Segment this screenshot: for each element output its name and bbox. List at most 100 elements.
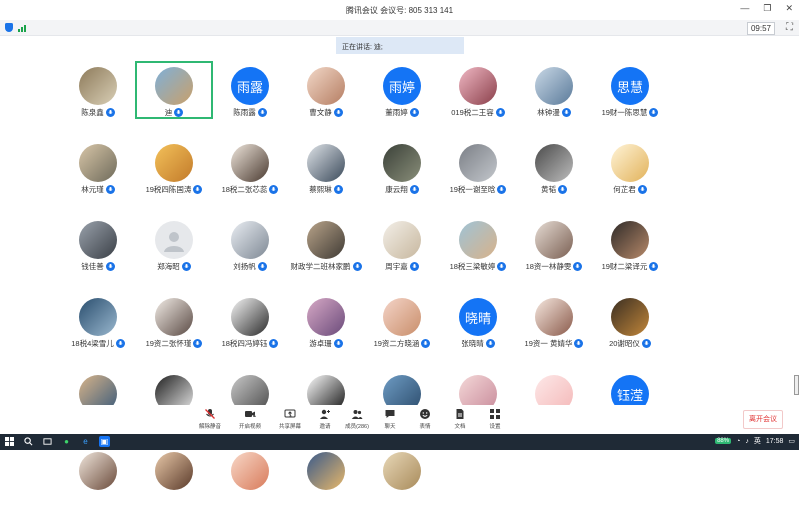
participant-tile[interactable]: 康云翔 (364, 139, 440, 216)
maximize-button[interactable]: ❐ (763, 3, 771, 14)
mic-icon (105, 262, 115, 271)
participant-tile[interactable]: 19税四陈国涛 (136, 139, 212, 216)
participant-tile[interactable]: 何芷君 (592, 139, 668, 216)
windows-start-icon[interactable] (4, 436, 15, 447)
wechat-icon[interactable]: ● (61, 436, 72, 447)
participant-tile[interactable]: 财政学二班林家鹏 (288, 216, 364, 293)
edge-icon[interactable]: e (80, 436, 91, 447)
participant-tile[interactable]: 18资一林静雯 (516, 216, 592, 293)
participant-name: 18税4梁雪儿 (71, 339, 114, 348)
participant-label: 19税四陈国涛 (146, 184, 203, 195)
video-options-caret-icon[interactable]: ▲ (288, 413, 293, 419)
participant-name: 林钟漫 (537, 108, 560, 117)
security-shield-icon[interactable] (5, 23, 13, 32)
avatar (79, 67, 117, 105)
participant-tile[interactable]: 19资二方晓涵 (364, 293, 440, 370)
participant-name: 19财一陈思慧 (601, 108, 648, 117)
leave-meeting-button[interactable]: 离开会议 (743, 410, 783, 429)
avatar (307, 298, 345, 336)
ime-indicator[interactable]: 英 (754, 436, 761, 446)
mic-icon (558, 185, 567, 194)
video-icon (230, 408, 270, 420)
participant-tile[interactable]: 钱佳善 (60, 216, 136, 293)
toolbar-button-settings[interactable]: 设置 (475, 408, 515, 430)
participant-name: 19财二梁译元 (601, 262, 648, 271)
participant-name: 陈泉鑫 (81, 108, 104, 117)
participant-tile[interactable]: 林钟漫 (516, 62, 592, 139)
participant-label: 林钟漫 (537, 107, 571, 118)
participant-tile[interactable]: 019税二王容 (440, 62, 516, 139)
grid-scrollbar[interactable] (794, 375, 799, 395)
mic-icon (485, 339, 495, 348)
settings-icon (475, 408, 515, 420)
participant-tile[interactable] (364, 447, 440, 524)
participant-label: 陈雨露 (233, 107, 267, 118)
toolbar-label: 设置 (489, 424, 501, 430)
participant-tile[interactable]: 雨露 陈雨露 (212, 62, 288, 139)
mic-icon (115, 339, 125, 348)
participant-tile[interactable]: 19税一谢至晗 (440, 139, 516, 216)
participant-tile[interactable]: 曹文静 (288, 62, 364, 139)
wifi-icon[interactable]: ◔ (736, 438, 740, 445)
battery-indicator[interactable]: 88% (715, 438, 732, 444)
participant-tile[interactable]: 周宇嘉 (364, 216, 440, 293)
toolbar-button-emoji[interactable]: 表情 (405, 408, 445, 430)
participant-tile[interactable]: 晓晴 张晓晴 (440, 293, 516, 370)
volume-icon[interactable]: ♪ (745, 438, 749, 445)
participant-name: 18税三梁敏婷 (449, 262, 496, 271)
avatar (383, 144, 421, 182)
avatar (307, 452, 345, 490)
participant-tile[interactable]: 陈泉鑫 (60, 62, 136, 139)
participant-tile[interactable]: 郑海昭 (136, 216, 212, 293)
participant-label: 迪 (165, 107, 184, 118)
participant-tile[interactable]: 19资二张怀瑾 (136, 293, 212, 370)
participant-tile[interactable] (136, 447, 212, 524)
participant-tile[interactable]: 刘扬帆 (212, 216, 288, 293)
participant-tile[interactable]: 黄韬 (516, 139, 592, 216)
toolbar-button-mic-muted[interactable]: 解除静音 (190, 408, 230, 430)
participant-tile[interactable]: 18税三梁敏婷 (440, 216, 516, 293)
participant-label: 19资二方晓涵 (374, 338, 431, 349)
participant-tile[interactable]: 19财二梁译元 (592, 216, 668, 293)
avatar (231, 221, 269, 259)
participant-tile[interactable] (60, 447, 136, 524)
taskview-icon[interactable] (42, 436, 53, 447)
participant-tile[interactable]: 18税4梁雪儿 (60, 293, 136, 370)
participant-tile[interactable]: 18税四冯婷钰 (212, 293, 288, 370)
avatar (307, 144, 345, 182)
toolbar-button-document[interactable]: 文档 (440, 408, 480, 430)
network-signal-icon[interactable] (18, 24, 26, 32)
participant-tile[interactable]: 雨婷 董雨婷 (364, 62, 440, 139)
participant-tile[interactable]: 思慧 19财一陈思慧 (592, 62, 668, 139)
participant-tile[interactable] (288, 447, 364, 524)
toolbar-button-share-screen[interactable]: 共享屏幕 (270, 408, 310, 430)
participant-label: 林元瑾 (81, 184, 115, 195)
toolbar-button-video[interactable]: 开启视频 (230, 408, 270, 430)
speaking-indicator: 正在讲话: 迪; (336, 37, 464, 54)
fullscreen-icon[interactable]: ⛶ (786, 22, 793, 33)
minimize-button[interactable]: — (740, 3, 749, 14)
participant-tile[interactable] (212, 447, 288, 524)
mic-icon (181, 262, 191, 271)
close-button[interactable]: ✕ (785, 3, 793, 14)
participant-tile[interactable]: 迪 (135, 61, 213, 119)
participant-name: 19资二张怀瑾 (145, 339, 192, 348)
avatar (459, 144, 497, 182)
participant-tile[interactable]: 19资一 黄婧华 (516, 293, 592, 370)
participant-tile[interactable]: 20谢昭仪 (592, 293, 668, 370)
participant-tile[interactable]: 18税二张芯蕊 (212, 139, 288, 216)
participant-name: 19资一 黄婧华 (524, 339, 573, 348)
participant-tile[interactable]: 蔡熙琳 (288, 139, 364, 216)
tencent-meeting-icon[interactable]: ▣ (99, 436, 110, 447)
participant-tile[interactable]: 游卓珊 (288, 293, 364, 370)
avatar (155, 452, 193, 490)
notification-icon[interactable]: ▭ (788, 437, 795, 445)
search-icon[interactable] (23, 436, 34, 447)
participant-name: 18税二张芯蕊 (221, 185, 268, 194)
mic-options-caret-icon[interactable]: ▲ (252, 413, 257, 419)
avatar (155, 67, 193, 105)
participant-tile[interactable]: 林元瑾 (60, 139, 136, 216)
taskbar-clock[interactable]: 17:58 (766, 438, 784, 445)
toolbar-button-chat[interactable]: 聊天 (370, 408, 410, 430)
participant-name: 董雨婷 (385, 108, 408, 117)
